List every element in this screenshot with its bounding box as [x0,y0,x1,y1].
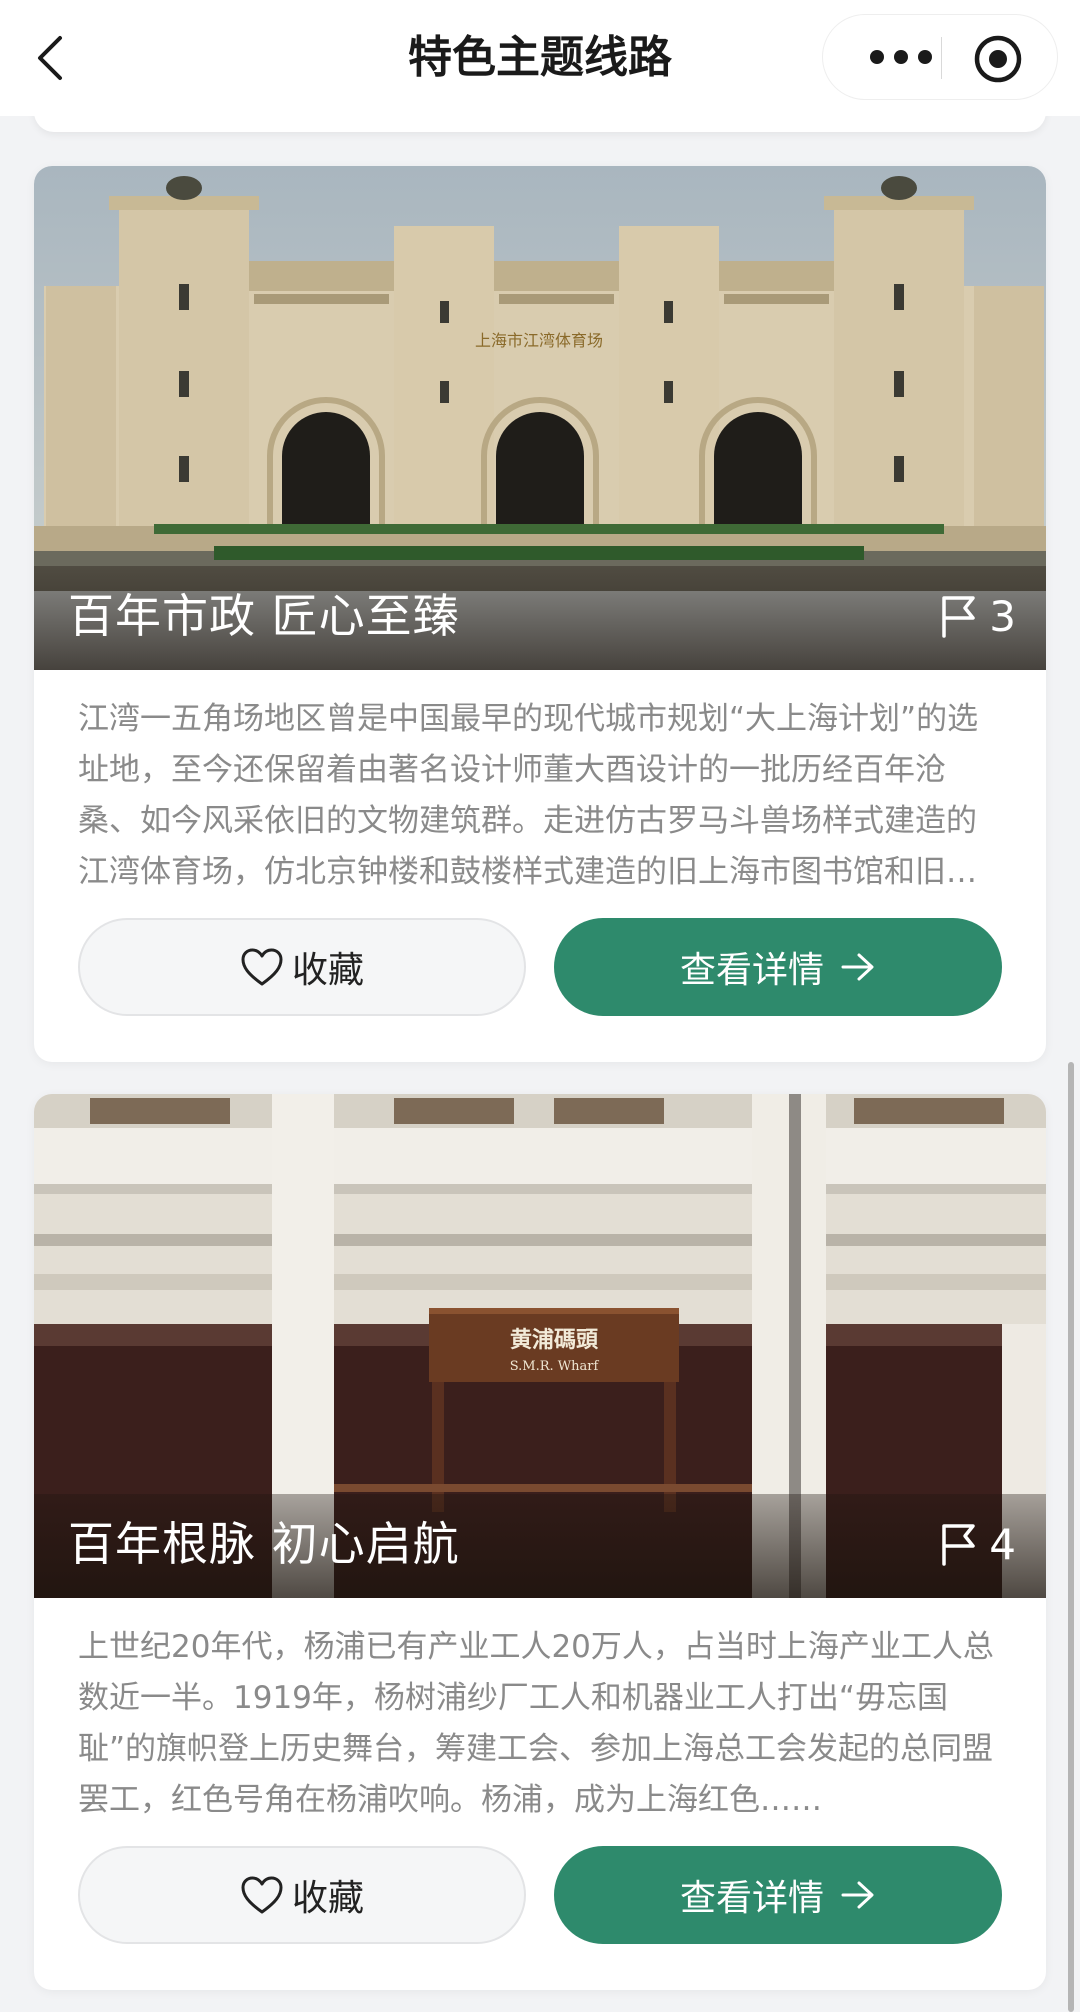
heart-icon [241,1876,283,1914]
arrow-right-icon [841,953,874,981]
route-title: 百年根脉 初心启航 [68,1517,460,1571]
favorite-button[interactable]: 收藏 [78,918,526,1016]
wharf-sign-subtext: S.M.R. Wharf [510,1359,600,1374]
navigation-bar: 特色主题线路 [0,0,1080,116]
view-detail-button[interactable]: 查看详情 [554,918,1002,1016]
stop-count-value: 4 [989,1519,1016,1569]
stop-count: 4 [939,1516,1016,1572]
building-sign-text: 上海市江湾体育场 [475,331,603,350]
route-card[interactable]: 黄浦碼頭 S.M.R. Wharf 百年根脉 初心启航 4 上世纪20年代，杨浦… [34,1094,1046,1990]
more-dots-icon[interactable] [859,37,943,77]
favorite-label: 收藏 [291,1878,364,1919]
arrow-right-icon [841,1881,874,1909]
favorite-button[interactable]: 收藏 [78,1846,526,1944]
route-description: 上世纪20年代，杨浦已有产业工人20万人，占当时上海产业工人总数近一半。1919… [78,1629,994,1818]
stop-count-value: 3 [989,591,1016,641]
wharf-sign-text: 黄浦碼頭 [510,1327,599,1353]
route-image: 黄浦碼頭 S.M.R. Wharf 百年根脉 初心启航 4 [34,1094,1046,1598]
view-detail-button[interactable]: 查看详情 [554,1846,1002,1944]
route-card[interactable]: 上海市江湾体育场 百年市政 匠心至臻 3 江湾一五角场地区曾是中国最早的现代城市… [34,166,1046,1062]
favorite-label: 收藏 [291,950,364,991]
detail-label: 查看详情 [679,950,824,991]
capsule-divider [941,37,942,79]
heart-icon [241,948,283,986]
route-caption: 百年市政 匠心至臻 3 [34,566,1046,670]
scrollbar[interactable] [1068,1062,1074,2012]
route-image: 上海市江湾体育场 百年市政 匠心至臻 3 [34,166,1046,670]
route-description: 江湾一五角场地区曾是中国最早的现代城市规划“大上海计划”的选址地，至今还保留着由… [78,701,979,890]
route-title: 百年市政 匠心至臻 [68,589,460,643]
flag-icon [942,1524,976,1566]
target-icon[interactable] [973,34,1023,84]
route-caption: 百年根脉 初心启航 4 [34,1494,1046,1598]
stop-count: 3 [939,588,1016,644]
detail-label: 查看详情 [679,1878,824,1919]
mini-program-capsule [822,14,1058,100]
flag-icon [942,596,976,638]
